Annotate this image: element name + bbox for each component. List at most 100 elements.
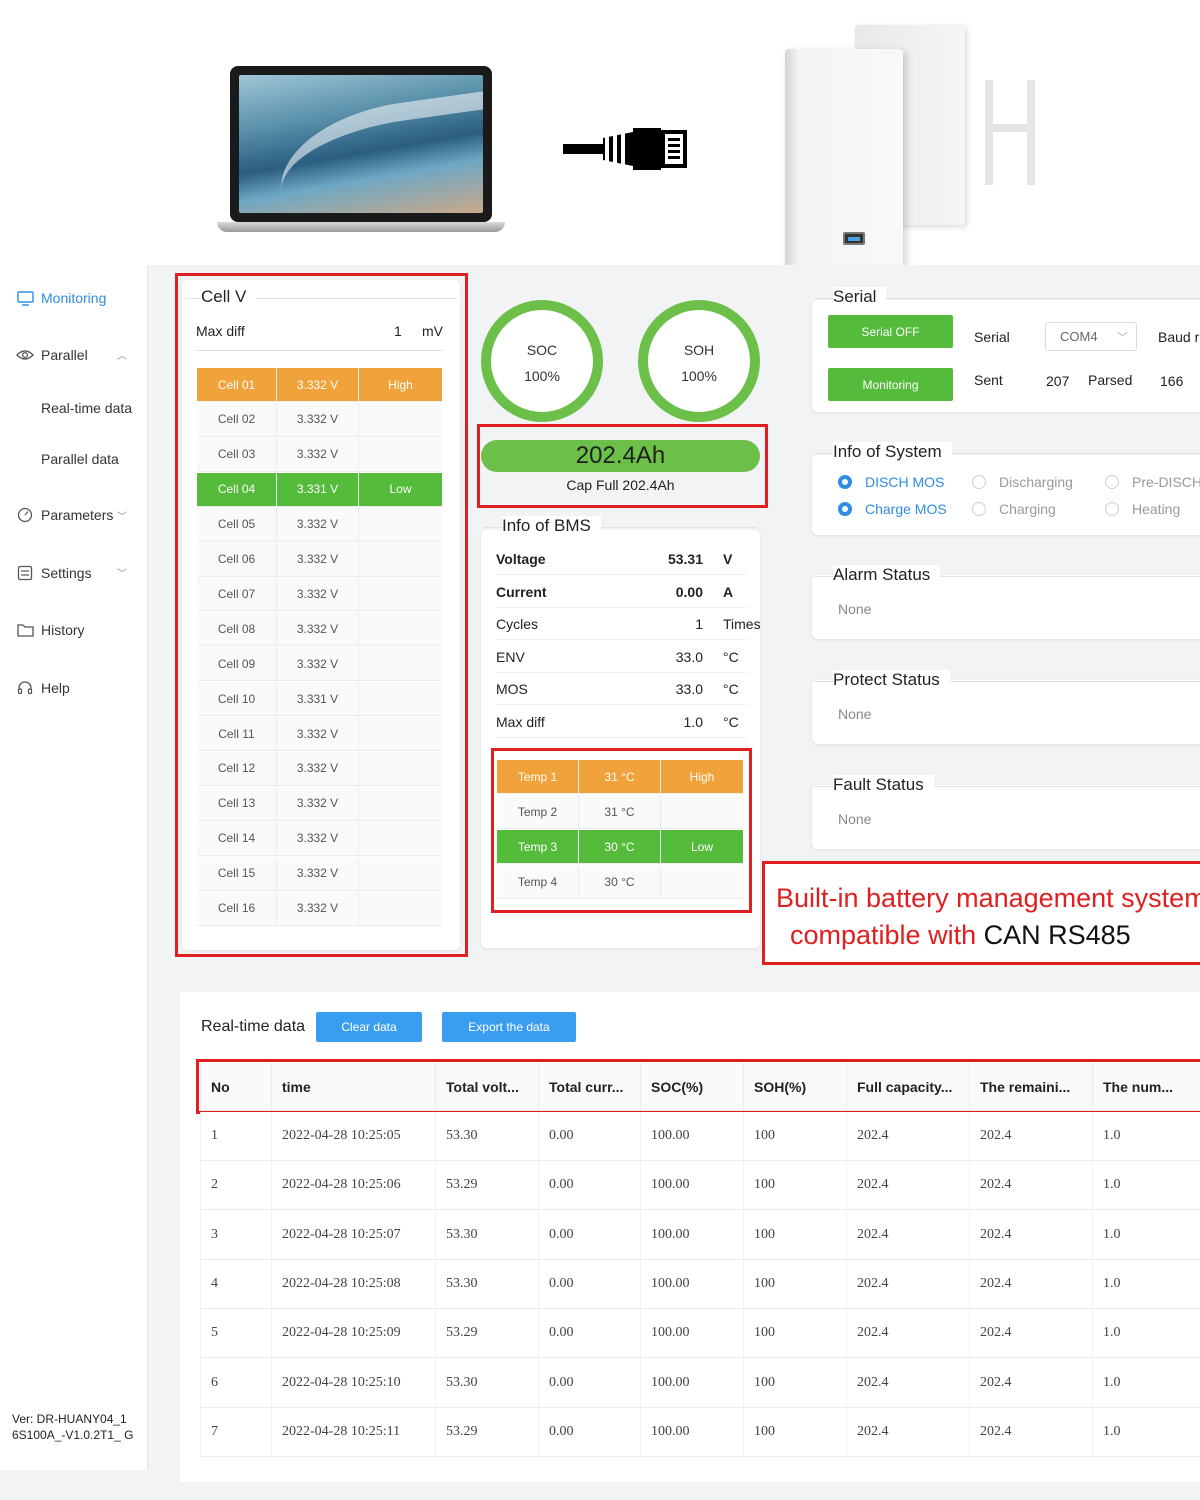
table-row[interactable]: 1 2022-04-28 10:25:05 53.30 0.00 100.00 100 20… <box>200 1112 1200 1161</box>
table-cell: 1.0 <box>1092 1358 1200 1407</box>
bms-info-row: Cycles 1 Times <box>496 608 761 641</box>
serial-port-label: Serial <box>974 329 1010 345</box>
table-cell: 7 <box>200 1407 271 1456</box>
table-row[interactable]: 4 2022-04-28 10:25:08 53.30 0.00 100.00 100 20… <box>200 1259 1200 1309</box>
cell-row: Cell 12 3.332 V <box>197 751 442 786</box>
capacity-bar: 202.4Ah <box>481 440 760 472</box>
table-header: No time Total volt... Total curr... SOC(%) SO… <box>200 1063 1200 1111</box>
settings-icon <box>16 564 34 582</box>
temp-name: Temp 2 <box>497 795 579 828</box>
cell-row: Cell 13 3.332 V <box>197 786 442 821</box>
chevron-down-icon[interactable]: ﹀ <box>117 565 127 580</box>
soc-value: 100% <box>524 368 560 384</box>
cell-voltage: 3.331 V <box>277 472 359 506</box>
protect-status-value: None <box>838 706 872 722</box>
table-cell: 100 <box>743 1358 846 1407</box>
temp-flag <box>661 865 743 898</box>
capacity-full-label: Cap Full 202.4Ah <box>566 477 675 493</box>
table-cell: 1.0 <box>1092 1210 1200 1259</box>
sidebar-item-monitoring[interactable]: Monitoring <box>16 289 106 307</box>
table-row[interactable]: 5 2022-04-28 10:25:09 53.29 0.00 100.00 100 20… <box>200 1309 1200 1359</box>
cell-name: Cell 06 <box>197 542 277 576</box>
table-cell: 53.29 <box>435 1161 538 1210</box>
sidebar-item-realtime-data[interactable]: Real-time data <box>41 400 132 416</box>
table-row[interactable]: 2 2022-04-28 10:25:06 53.29 0.00 100.00 100 20… <box>200 1161 1200 1211</box>
bms-info-value: 33.0 <box>675 648 703 665</box>
cell-name: Cell 15 <box>197 856 277 890</box>
callout-line-1: Built-in battery management system <box>776 883 1200 913</box>
table-cell: 1.0 <box>1092 1309 1200 1358</box>
table-cell: 100.00 <box>640 1407 743 1456</box>
column-header[interactable]: SOH(%) <box>743 1063 846 1111</box>
table-cell: 2022-04-28 10:25:09 <box>271 1309 435 1358</box>
column-header[interactable]: The num... <box>1092 1063 1200 1111</box>
cell-flag <box>359 822 442 855</box>
cell-row: Cell 06 3.332 V <box>197 542 442 577</box>
column-header[interactable]: The remaini... <box>969 1063 1092 1111</box>
cell-voltage: 3.332 V <box>277 368 359 401</box>
table-cell: 6 <box>200 1358 271 1407</box>
system-indicator-label: Charging <box>999 501 1056 517</box>
chevron-up-icon[interactable]: ︿ <box>117 347 127 362</box>
laptop-illustration <box>217 66 505 232</box>
cell-voltage-title: Cell V <box>201 287 257 307</box>
column-header[interactable]: Total curr... <box>538 1063 640 1111</box>
rs485-cable-icon <box>563 128 687 170</box>
bms-info-unit: °C <box>723 648 739 665</box>
column-header[interactable]: SOC(%) <box>640 1063 743 1111</box>
cell-name: Cell 12 <box>197 751 277 785</box>
table-cell: 100 <box>743 1259 846 1308</box>
cell-name: Cell 02 <box>197 402 277 436</box>
cell-flag <box>359 752 442 785</box>
table-cell: 53.30 <box>435 1358 538 1407</box>
table-cell: 100.00 <box>640 1309 743 1358</box>
table-row[interactable]: 3 2022-04-28 10:25:07 53.30 0.00 100.00 100 20… <box>200 1210 1200 1260</box>
max-diff-value: 1 <box>394 323 402 339</box>
table-cell: 202.4 <box>846 1259 969 1308</box>
radio-indicator-icon <box>838 475 852 489</box>
cell-name: Cell 14 <box>197 821 277 855</box>
table-cell: 53.29 <box>435 1407 538 1456</box>
bms-info-row: Current 0.00 A <box>496 576 746 608</box>
cell-flag <box>359 508 442 541</box>
sidebar-item-history[interactable]: History <box>16 621 85 639</box>
temp-row: Temp 1 31 °C High <box>497 760 743 794</box>
table-row[interactable]: 6 2022-04-28 10:25:10 53.30 0.00 100.00 100 20… <box>200 1358 1200 1408</box>
monitoring-button[interactable]: Monitoring <box>828 368 953 401</box>
clear-data-button[interactable]: Clear data <box>316 1012 422 1042</box>
serial-off-button[interactable]: Serial OFF <box>828 315 953 348</box>
table-row[interactable]: 7 2022-04-28 10:25:11 53.29 0.00 100.00 100 20… <box>200 1407 1200 1457</box>
export-data-button[interactable]: Export the data <box>442 1012 576 1042</box>
bms-info-row: Max diff 1.0 °C <box>496 706 746 738</box>
cell-voltage: 3.332 V <box>277 821 359 855</box>
eye-icon <box>16 346 34 364</box>
alarm-status-value: None <box>838 601 872 617</box>
baud-rate-label: Baud r <box>1158 329 1200 345</box>
sidebar-item-parallel[interactable]: Parallel <box>16 346 88 364</box>
column-header[interactable]: Total volt... <box>435 1063 538 1111</box>
table-cell: 53.30 <box>435 1210 538 1259</box>
sidebar-item-parameters[interactable]: Parameters <box>16 506 113 524</box>
sidebar-item-parallel-data[interactable]: Parallel data <box>41 451 119 467</box>
cell-flag: High <box>388 377 413 392</box>
bms-info-row: MOS 33.0 °C <box>496 673 746 706</box>
serial-port-select[interactable]: COM4 ﹀ <box>1045 322 1137 351</box>
table-cell: 100 <box>743 1210 846 1259</box>
column-header[interactable]: Full capacity... <box>846 1063 969 1111</box>
system-indicator: Discharging <box>972 474 1073 490</box>
cell-voltage: 3.332 V <box>277 891 359 925</box>
cell-name: Cell 01 <box>197 368 277 401</box>
cell-flag <box>359 612 442 645</box>
table-cell: 1.0 <box>1092 1407 1200 1456</box>
column-header[interactable]: No <box>200 1063 271 1111</box>
chevron-down-icon[interactable]: ﹀ <box>117 508 127 523</box>
sidebar-item-settings[interactable]: Settings <box>16 564 92 582</box>
callout-line-2-black: CAN RS485 <box>983 920 1131 950</box>
table-cell: 202.4 <box>969 1112 1092 1160</box>
table-cell: 2 <box>200 1161 271 1210</box>
product-hero-graphic <box>0 0 1200 269</box>
sidebar-item-help[interactable]: Help <box>16 679 70 697</box>
table-cell: 100 <box>743 1309 846 1358</box>
cell-name: Cell 05 <box>197 507 277 541</box>
column-header[interactable]: time <box>271 1063 435 1111</box>
